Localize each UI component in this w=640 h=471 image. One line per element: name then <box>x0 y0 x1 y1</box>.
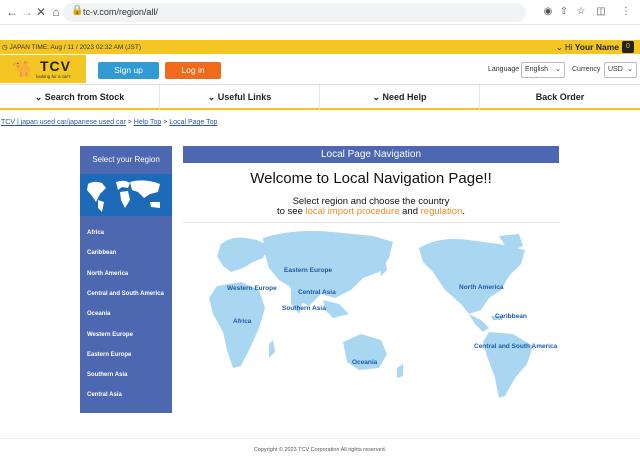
sidebar-title: Select your Region <box>92 155 160 164</box>
map-label-north-america[interactable]: North America <box>459 284 504 291</box>
cart-count: 0 <box>626 43 630 50</box>
camel-icon: 🐪 <box>12 61 32 78</box>
breadcrumb-help-top[interactable]: Help Top <box>134 119 162 126</box>
map-label-caribbean[interactable]: Caribbean <box>495 313 527 320</box>
menu-search-from-stock[interactable]: ⌄ Search from Stock <box>0 85 160 109</box>
page-heading: Local Page Navigation <box>183 146 559 163</box>
instruction-text: to see <box>276 206 303 217</box>
signup-button[interactable]: Sign up <box>98 62 159 79</box>
sidebar-item-north-america[interactable]: North America <box>87 271 128 277</box>
share-icon[interactable]: ⇧ <box>557 5 571 19</box>
menu-useful-links[interactable]: ⌄ Useful Links <box>160 85 320 109</box>
browser-toolbar: ← → ✕ ⌂ 🔒 tc-v.com/region/all/ ◉ ⇧ ☆ ◫ ⋮ <box>0 0 640 25</box>
instruction-line-2: to see local import procedure and regula… <box>183 206 559 217</box>
address-bar[interactable]: 🔒 tc-v.com/region/all/ <box>63 3 526 22</box>
regulation-link[interactable]: regulation <box>421 206 463 217</box>
import-procedure-link[interactable]: local import procedure <box>306 206 400 217</box>
map-label-western-europe[interactable]: Western Europe <box>227 285 277 292</box>
breadcrumb-separator: > <box>163 119 168 126</box>
breadcrumb-separator: > <box>127 119 132 126</box>
menu-need-help[interactable]: ⌄ Need Help <box>320 85 480 109</box>
home-icon[interactable]: ⌂ <box>48 4 64 20</box>
instruction-text: . <box>462 206 466 217</box>
divider <box>183 222 559 223</box>
language-value: English <box>525 66 548 73</box>
sidebar-item-oceania[interactable]: Oceania <box>87 311 110 317</box>
sidebar-world-map <box>80 174 172 216</box>
menu-back-order[interactable]: Back Order <box>480 85 640 109</box>
back-icon[interactable]: ← <box>4 4 20 20</box>
sidebar-icon[interactable]: ◫ <box>594 5 608 19</box>
footer-divider <box>0 438 640 439</box>
menu-icon[interactable]: ⋮ <box>619 5 633 19</box>
sidebar-item-southern-asia[interactable]: Southern Asia <box>87 372 127 378</box>
main-menu: ⌄ Search from Stock ⌄ Useful Links ⌄ Nee… <box>0 84 640 110</box>
menu-label: Search from Stock <box>44 92 125 102</box>
footer-copyright: Copyright © 2023 TCV Corporation All rig… <box>253 447 387 453</box>
sidebar-item-central-south-america[interactable]: Central and South America <box>87 291 164 297</box>
url-text[interactable]: tc-v.com/region/all/ <box>83 7 158 17</box>
map-label-central-south-america[interactable]: Central and South America <box>474 343 557 350</box>
menu-label: Useful Links <box>217 92 272 102</box>
menu-label: Back Order <box>535 92 585 102</box>
menu-label: Need Help <box>382 92 427 102</box>
map-label-eastern-europe[interactable]: Eastern Europe <box>284 267 332 274</box>
eye-off-icon[interactable]: ◉ <box>541 5 555 19</box>
sidebar-item-africa[interactable]: Africa <box>87 230 104 236</box>
top-info-bar: ◷ JAPAN TIME: Aug / 11 / 2023 02:32 AM (… <box>0 40 640 54</box>
sidebar-item-western-europe[interactable]: Western Europe <box>87 332 133 338</box>
cart-icon[interactable]: 0 <box>622 41 634 53</box>
logo-text: TCV <box>40 58 71 74</box>
breadcrumb-local-page-top[interactable]: Local Page Top <box>169 119 217 126</box>
japan-time: ◷ JAPAN TIME: Aug / 11 / 2023 02:32 AM (… <box>2 44 141 51</box>
logo-tagline: looking for a car? <box>36 74 71 79</box>
map-label-africa[interactable]: Africa <box>233 318 251 325</box>
region-sidebar: Select your Region Africa Caribbean Nort… <box>80 146 172 413</box>
chevron-down-icon: ⌄ <box>555 66 561 73</box>
currency-select[interactable]: USD ⌄ <box>604 62 637 78</box>
map-label-oceania[interactable]: Oceania <box>352 359 377 366</box>
chevron-down-icon: ⌄ <box>627 66 633 73</box>
login-button[interactable]: Log in <box>165 62 221 79</box>
breadcrumb: TCV | japan used car/japanese used car >… <box>1 119 217 126</box>
sidebar-item-caribbean[interactable]: Caribbean <box>87 250 116 256</box>
tcv-logo[interactable]: 🐪 TCV looking for a car? <box>0 55 86 83</box>
language-select[interactable]: English ⌄ <box>521 62 565 78</box>
sidebar-item-eastern-europe[interactable]: Eastern Europe <box>87 352 131 358</box>
currency-value: USD <box>608 66 623 73</box>
map-label-central-asia[interactable]: Central Asia <box>298 289 336 296</box>
lock-icon: 🔒 <box>71 5 84 16</box>
instruction-text: and <box>402 206 418 217</box>
user-name: Your Name <box>574 42 619 52</box>
japan-time-text: JAPAN TIME: Aug / 11 / 2023 02:32 AM (JS… <box>9 44 141 51</box>
map-label-southern-asia[interactable]: Southern Asia <box>282 305 326 312</box>
star-icon[interactable]: ☆ <box>574 5 588 19</box>
breadcrumb-home[interactable]: TCV | japan used car/japanese used car <box>1 119 126 126</box>
language-label: Language <box>488 66 520 73</box>
user-greeting[interactable]: ⌄ Hi Your Name <box>556 42 619 52</box>
sidebar-item-central-asia[interactable]: Central Asia <box>87 392 122 398</box>
close-icon[interactable]: ✕ <box>33 4 49 20</box>
welcome-title: Welcome to Local Navigation Page!! <box>250 170 492 187</box>
currency-label: Currency <box>572 66 601 73</box>
greeting-text: Hi <box>564 43 573 52</box>
